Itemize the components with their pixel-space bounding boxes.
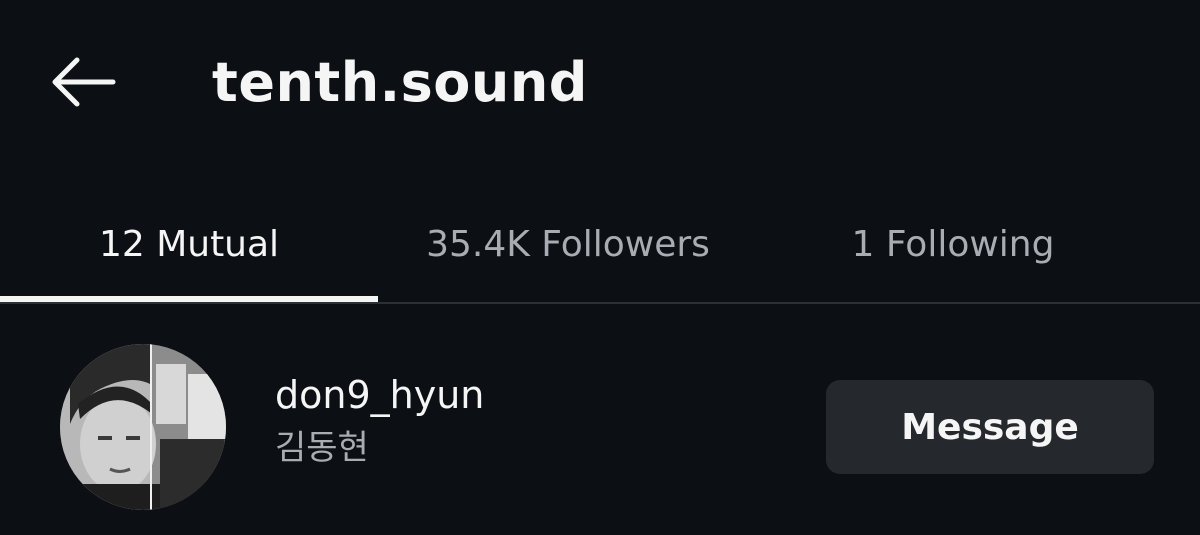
tab-following[interactable]: 1 Following	[758, 190, 1148, 300]
tab-mutual[interactable]: 12 Mutual	[0, 190, 378, 300]
tab-followers-label: 35.4K Followers	[426, 224, 710, 265]
header: tenth.sound	[0, 0, 1200, 160]
user-info: don9_hyun 김동현	[275, 370, 484, 472]
username[interactable]: don9_hyun	[275, 370, 484, 420]
arrow-left-icon	[52, 57, 116, 107]
avatar-photo	[60, 344, 226, 510]
tab-mutual-label: 12 Mutual	[98, 224, 280, 265]
mutual-followers-screen: tenth.sound 12 Mutual 35.4K Followers 1 …	[0, 0, 1200, 535]
tab-divider	[0, 302, 1200, 304]
page-title: tenth.sound	[212, 51, 588, 114]
message-button-label: Message	[901, 406, 1079, 448]
message-button[interactable]: Message	[826, 380, 1154, 474]
full-name: 김동현	[275, 428, 369, 468]
list-item: don9_hyun 김동현 Message	[0, 340, 1200, 520]
avatar[interactable]	[60, 344, 226, 510]
tab-bar: 12 Mutual 35.4K Followers 1 Following	[0, 190, 1200, 304]
active-tab-indicator	[0, 296, 378, 302]
back-button[interactable]	[44, 52, 120, 112]
tab-following-label: 1 Following	[851, 224, 1055, 265]
tab-followers[interactable]: 35.4K Followers	[378, 190, 758, 300]
